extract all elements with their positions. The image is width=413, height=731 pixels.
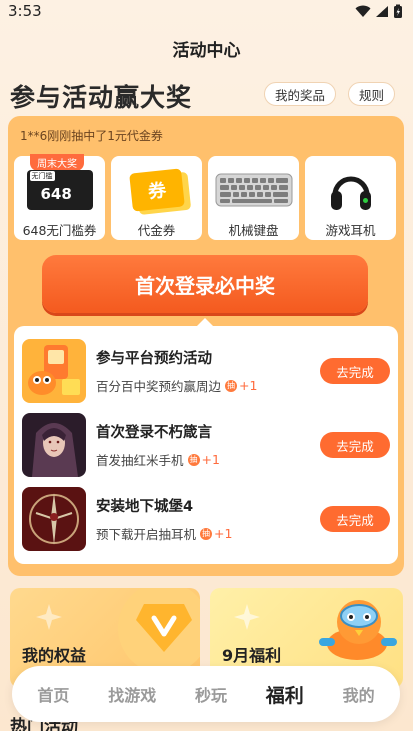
complete-task-button[interactable]: 去完成	[320, 432, 390, 458]
task-subtitle: 首发抽红米手机 抽 +1	[96, 450, 320, 469]
my-prizes-button[interactable]: 我的奖品	[264, 82, 337, 106]
task-text: 首次登录不朽箴言 首发抽红米手机 抽 +1	[96, 421, 320, 469]
my-benefits-title: 我的权益	[22, 646, 87, 665]
task-subtitle-text: 百分百中奖预约赢周边	[96, 379, 222, 394]
voucher-card-icon: 无门槛 648	[26, 168, 93, 212]
task-subtitle-text: 预下载开启抽耳机	[96, 527, 197, 542]
monthly-welfare-title: 9月福利	[222, 646, 282, 665]
prize-label: 648无门槛券	[22, 223, 97, 238]
tab-mine[interactable]: 我的	[343, 682, 375, 706]
bottom-tab-bar: 首页 找游戏 秒玩 福利 我的	[12, 666, 400, 722]
prize-label: 游戏耳机	[325, 223, 376, 238]
task-row: 安装地下城堡4 预下载开启抽耳机 抽 +1 去完成	[22, 486, 390, 552]
voucher-card-value: 648	[40, 185, 72, 203]
task-bonus: +1	[214, 526, 233, 541]
rules-button[interactable]: 规则	[348, 82, 396, 106]
task-text: 参与平台预约活动 百分百中奖预约赢周边 抽 +1	[96, 347, 320, 395]
tab-find-games[interactable]: 找游戏	[108, 682, 156, 706]
prize-item[interactable]: 游戏耳机	[305, 156, 396, 240]
first-login-prize-button[interactable]: 首次登录必中奖	[42, 255, 368, 313]
task-bonus: +1	[239, 378, 258, 393]
vip-diamond-icon	[118, 588, 200, 674]
voucher-card-tag: 无门槛	[29, 171, 55, 181]
activity-card: 1**6刚刚抽中了1元代金券 周末大奖 无门槛 648 648无门槛券 券 代金…	[8, 116, 404, 576]
prize-item[interactable]: 周末大奖 无门槛 648 648无门槛券	[14, 154, 105, 240]
complete-task-button[interactable]: 去完成	[320, 358, 390, 384]
task-subtitle-text: 首发抽红米手机	[96, 453, 184, 468]
status-bar: 3:53	[0, 0, 413, 22]
signal-icon	[376, 5, 388, 17]
status-icons	[355, 4, 403, 19]
lottery-coin-icon: 抽	[187, 453, 200, 466]
tab-home[interactable]: 首页	[37, 682, 69, 706]
task-title: 安装地下城堡4	[96, 499, 194, 515]
task-thumbnail	[22, 487, 86, 551]
task-subtitle: 预下载开启抽耳机 抽 +1	[96, 524, 320, 543]
keyboard-icon	[215, 168, 293, 212]
page-title: 活动中心	[172, 41, 241, 61]
task-thumbnail	[22, 413, 86, 477]
task-thumbnail	[22, 339, 86, 403]
winner-ticker: 1**6刚刚抽中了1元代金券	[20, 129, 163, 143]
prize-label: 代金券	[137, 223, 176, 238]
coupon-icon: 券	[128, 168, 185, 212]
task-bonus: +1	[201, 452, 220, 467]
hero-title: 参与活动赢大奖	[10, 83, 193, 112]
prize-item[interactable]: 券 代金券	[111, 156, 202, 240]
weekend-prize-badge: 周末大奖	[30, 154, 84, 171]
prize-list: 周末大奖 无门槛 648 648无门槛券 券 代金券 机械键盘 游戏耳机	[14, 154, 396, 240]
lottery-coin-icon: 抽	[225, 379, 238, 392]
mascot-icon	[317, 592, 399, 674]
sparkle-icon	[36, 604, 62, 630]
task-title: 参与平台预约活动	[96, 351, 212, 367]
coupon-glyph: 券	[146, 180, 167, 203]
lottery-coin-icon: 抽	[200, 527, 213, 540]
task-title: 首次登录不朽箴言	[96, 425, 212, 441]
sparkle-icon	[234, 604, 260, 630]
task-panel: 参与平台预约活动 百分百中奖预约赢周边 抽 +1 去完成 首次登录不朽箴言 首发…	[14, 326, 398, 564]
status-time: 3:53	[8, 2, 42, 20]
task-row: 参与平台预约活动 百分百中奖预约赢周边 抽 +1 去完成	[22, 338, 390, 404]
tab-instant-play[interactable]: 秒玩	[195, 682, 227, 706]
wifi-icon	[355, 5, 371, 17]
task-text: 安装地下城堡4 预下载开启抽耳机 抽 +1	[96, 495, 320, 543]
prize-label: 机械键盘	[228, 223, 279, 238]
task-row: 首次登录不朽箴言 首发抽红米手机 抽 +1 去完成	[22, 412, 390, 478]
complete-task-button[interactable]: 去完成	[320, 506, 390, 532]
headphones-icon	[328, 168, 374, 212]
battery-icon	[394, 4, 402, 18]
task-subtitle: 百分百中奖预约赢周边 抽 +1	[96, 376, 320, 395]
prize-item[interactable]: 机械键盘	[208, 156, 299, 240]
tab-welfare[interactable]: 福利	[266, 681, 304, 708]
